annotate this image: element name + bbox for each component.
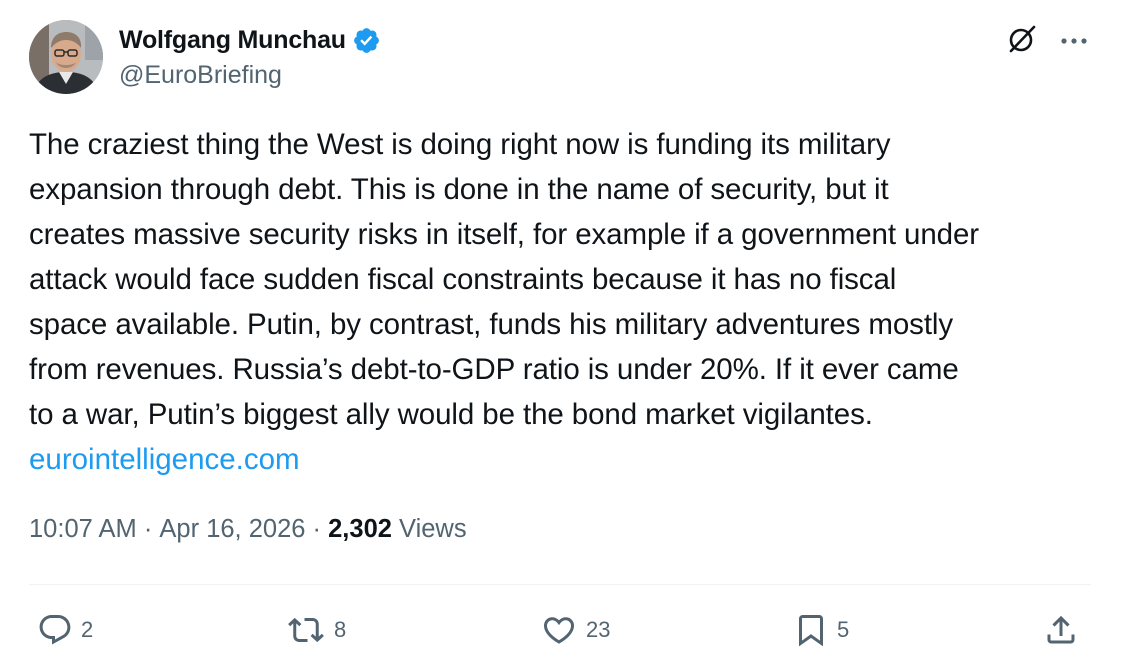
bookmark-count: 5 [837, 617, 850, 642]
tweet-time[interactable]: 10:07 AM [29, 515, 137, 544]
tweet-date[interactable]: Apr 16, 2026 [159, 515, 305, 544]
divider [29, 584, 1091, 585]
more-icon [1060, 32, 1088, 50]
author-name-row: Wolfgang Munchau [119, 24, 381, 56]
grok-button[interactable] [1003, 22, 1041, 60]
tweet-meta: 10:07 AM · Apr 16, 2026 · 2,302 Views [29, 515, 467, 544]
reply-count: 2 [81, 617, 94, 642]
reply-icon [37, 612, 73, 648]
meta-separator: · [305, 515, 329, 543]
share-button[interactable] [1043, 609, 1079, 651]
like-button[interactable]: 23 [540, 609, 610, 651]
like-count: 23 [586, 617, 611, 642]
tweet: Wolfgang Munchau @EuroBriefing The crazi… [0, 0, 1124, 665]
verified-badge-icon[interactable] [352, 26, 381, 55]
views-count: 2,302 [328, 515, 392, 543]
reply-button[interactable]: 2 [37, 609, 93, 651]
author-display-name[interactable]: Wolfgang Munchau [119, 26, 346, 55]
repost-icon [286, 612, 326, 648]
avatar[interactable] [29, 20, 103, 94]
repost-count: 8 [334, 617, 347, 642]
views-label: Views [391, 515, 467, 543]
meta-separator: · [136, 515, 160, 543]
more-button[interactable] [1055, 22, 1093, 60]
grok-icon [1006, 23, 1038, 60]
tweet-text: The craziest thing the West is doing rig… [29, 128, 979, 431]
share-icon [1043, 611, 1079, 649]
heart-icon [540, 612, 578, 648]
bookmark-icon [793, 611, 829, 649]
bookmark-button[interactable]: 5 [793, 609, 849, 651]
repost-button[interactable]: 8 [286, 609, 346, 651]
author-handle[interactable]: @EuroBriefing [119, 61, 282, 90]
tweet-link[interactable]: eurointelligence.com [29, 437, 300, 482]
